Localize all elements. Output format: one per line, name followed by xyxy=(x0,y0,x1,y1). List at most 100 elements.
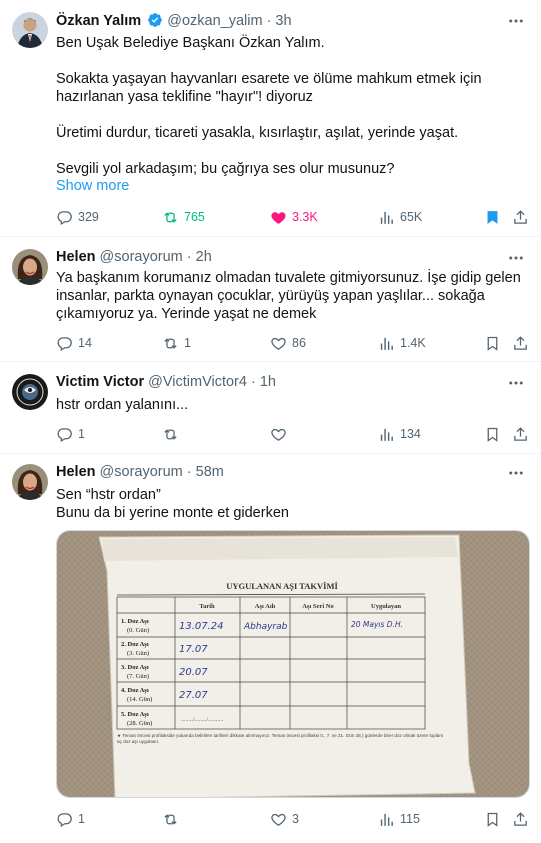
vaccine-card xyxy=(98,534,476,797)
more-options-icon[interactable] xyxy=(507,374,525,392)
action-bar: 1 134 xyxy=(0,424,541,444)
author-handle[interactable]: @sorayorum xyxy=(100,464,183,480)
share-icon xyxy=(514,335,527,350)
bookmark-button[interactable] xyxy=(484,809,501,829)
retweet-icon xyxy=(164,428,177,440)
bookmark-button[interactable] xyxy=(484,424,501,444)
tweet-line xyxy=(56,142,526,160)
share-button[interactable] xyxy=(512,424,529,444)
like-button[interactable]: 3.3K xyxy=(270,207,318,227)
col-header: Tarih xyxy=(199,603,215,610)
reply-count: 1 xyxy=(78,427,85,441)
views-button[interactable]: 134 xyxy=(378,424,421,444)
share-button[interactable] xyxy=(512,207,529,227)
card-footnote: ★ Temas öncesi profilakside yukarıda bel… xyxy=(117,733,444,744)
tweet-line: Üretimi durdur, ticareti yasakla, kısırl… xyxy=(56,125,459,141)
tweet-text: Ben Uşak Belediye Başkanı Özkan Yalım. S… xyxy=(56,34,526,178)
views-count: 1.4K xyxy=(400,336,426,350)
retweet-button[interactable]: 1 xyxy=(162,333,191,353)
reply-button[interactable]: 1 xyxy=(56,424,85,444)
tweet-header: Victim Victor @VictimVictor4 · 1h xyxy=(56,374,276,390)
reply-button[interactable]: 14 xyxy=(56,333,92,353)
reply-tweet[interactable]: Victim Victor @VictimVictor4 · 1h hstr o… xyxy=(0,362,541,454)
bookmark-filled-icon xyxy=(487,210,498,224)
like-count: 3.3K xyxy=(292,210,318,224)
views-icon xyxy=(380,337,393,350)
dose-label: 3. Doz Aşı xyxy=(121,664,149,671)
tweet-line: Sokakta yaşayan hayvanları esarete ve öl… xyxy=(56,71,482,87)
author-handle[interactable]: @sorayorum xyxy=(100,249,183,265)
reply-count: 14 xyxy=(78,336,92,350)
tweet-time[interactable]: · 58m xyxy=(187,464,224,480)
col-header: Aşı Seri No xyxy=(302,603,333,610)
like-button[interactable] xyxy=(270,424,292,444)
col-header: Aşı Adı xyxy=(255,603,276,610)
tweet-time[interactable]: · 3h xyxy=(267,13,292,29)
reply-icon xyxy=(57,427,72,442)
more-options-icon[interactable] xyxy=(507,464,525,482)
tweet-time[interactable]: · 2h xyxy=(187,249,212,265)
reply-button[interactable]: 1 xyxy=(56,809,85,829)
bookmark-button[interactable] xyxy=(484,333,501,353)
reply-icon xyxy=(57,210,72,225)
retweet-icon xyxy=(164,813,177,825)
attached-photo[interactable]: UYGULANAN AŞI TAKVİMİ Tarih Aşı Adı Aşı … xyxy=(56,530,530,798)
action-bar: 14 1 86 1.4K xyxy=(0,333,541,353)
tweet-line: hstr ordan yalanını... xyxy=(56,397,189,413)
heart-icon xyxy=(271,813,286,826)
handwritten-vaccine: Abhayrab xyxy=(243,622,288,632)
show-more-link[interactable]: Show more xyxy=(56,178,129,194)
handwritten-date: 13.07.24 xyxy=(179,621,224,632)
views-button[interactable]: 1.4K xyxy=(378,333,426,353)
handwritten-signature: 20 Mayıs D.H. xyxy=(351,620,403,629)
like-button[interactable]: 86 xyxy=(270,333,306,353)
author-name[interactable]: Özkan Yalım xyxy=(56,13,141,29)
heart-icon xyxy=(271,428,286,441)
reply-tweet[interactable]: Helen @sorayorum · 2h Ya başkanım koruma… xyxy=(0,237,541,361)
reply-count: 329 xyxy=(78,210,99,224)
views-count: 115 xyxy=(400,812,420,826)
dose-day: (14. Gün) xyxy=(127,696,152,703)
bookmark-button[interactable] xyxy=(484,207,501,227)
retweet-button[interactable]: 765 xyxy=(162,207,205,227)
author-name[interactable]: Helen xyxy=(56,464,96,480)
share-button[interactable] xyxy=(512,809,529,829)
more-options-icon[interactable] xyxy=(507,249,525,267)
tweet-line: çıkamıyoruz ya. Yerinde yaşat ne demek xyxy=(56,306,317,322)
tweet-line xyxy=(56,106,526,124)
tweet-text: Sen “hstr ordan” Bunu da bi yerine monte… xyxy=(56,486,526,522)
tweet-text: Ya başkanım korumanız olmadan tuvalete g… xyxy=(56,269,526,323)
author-name[interactable]: Victim Victor xyxy=(56,374,144,390)
avatar[interactable] xyxy=(12,12,48,48)
author-handle[interactable]: @ozkan_yalim xyxy=(167,13,262,29)
action-bar: 329 765 3.3K 65K xyxy=(0,207,541,227)
retweet-button[interactable] xyxy=(162,424,184,444)
verified-badge-icon xyxy=(147,12,163,32)
views-count: 134 xyxy=(400,427,421,441)
avatar[interactable] xyxy=(12,249,48,285)
dose-label: 5. Doz Aşı xyxy=(121,711,149,718)
tweet-line: insanlar, parkta oynayan çocuklar, yürüy… xyxy=(56,288,485,304)
views-button[interactable]: 115 xyxy=(378,809,420,829)
tweet-main[interactable]: Özkan Yalım @ozkan_yalim · 3h Ben Uşak B… xyxy=(0,0,541,240)
dose-label: 1. Doz Aşı xyxy=(121,618,149,625)
author-name[interactable]: Helen xyxy=(56,249,96,265)
like-button[interactable]: 3 xyxy=(270,809,299,829)
heart-filled-icon xyxy=(271,211,286,224)
reply-icon xyxy=(57,336,72,351)
share-icon xyxy=(514,209,527,224)
dose-day: (28. Gün) xyxy=(127,720,152,727)
views-button[interactable]: 65K xyxy=(378,207,422,227)
reply-button[interactable]: 329 xyxy=(56,207,99,227)
card-title: UYGULANAN AŞI TAKVİMİ xyxy=(226,581,338,591)
avatar[interactable] xyxy=(12,464,48,500)
tweet-time[interactable]: · 1h xyxy=(251,374,276,390)
author-handle[interactable]: @VictimVictor4 xyxy=(148,374,247,390)
views-icon xyxy=(380,211,393,224)
share-button[interactable] xyxy=(512,333,529,353)
blank-date: ......../......../.......... xyxy=(181,717,224,723)
retweet-button[interactable] xyxy=(162,809,184,829)
dose-day: (3. Gün) xyxy=(127,650,149,657)
more-options-icon[interactable] xyxy=(507,12,525,30)
avatar[interactable] xyxy=(12,374,48,410)
